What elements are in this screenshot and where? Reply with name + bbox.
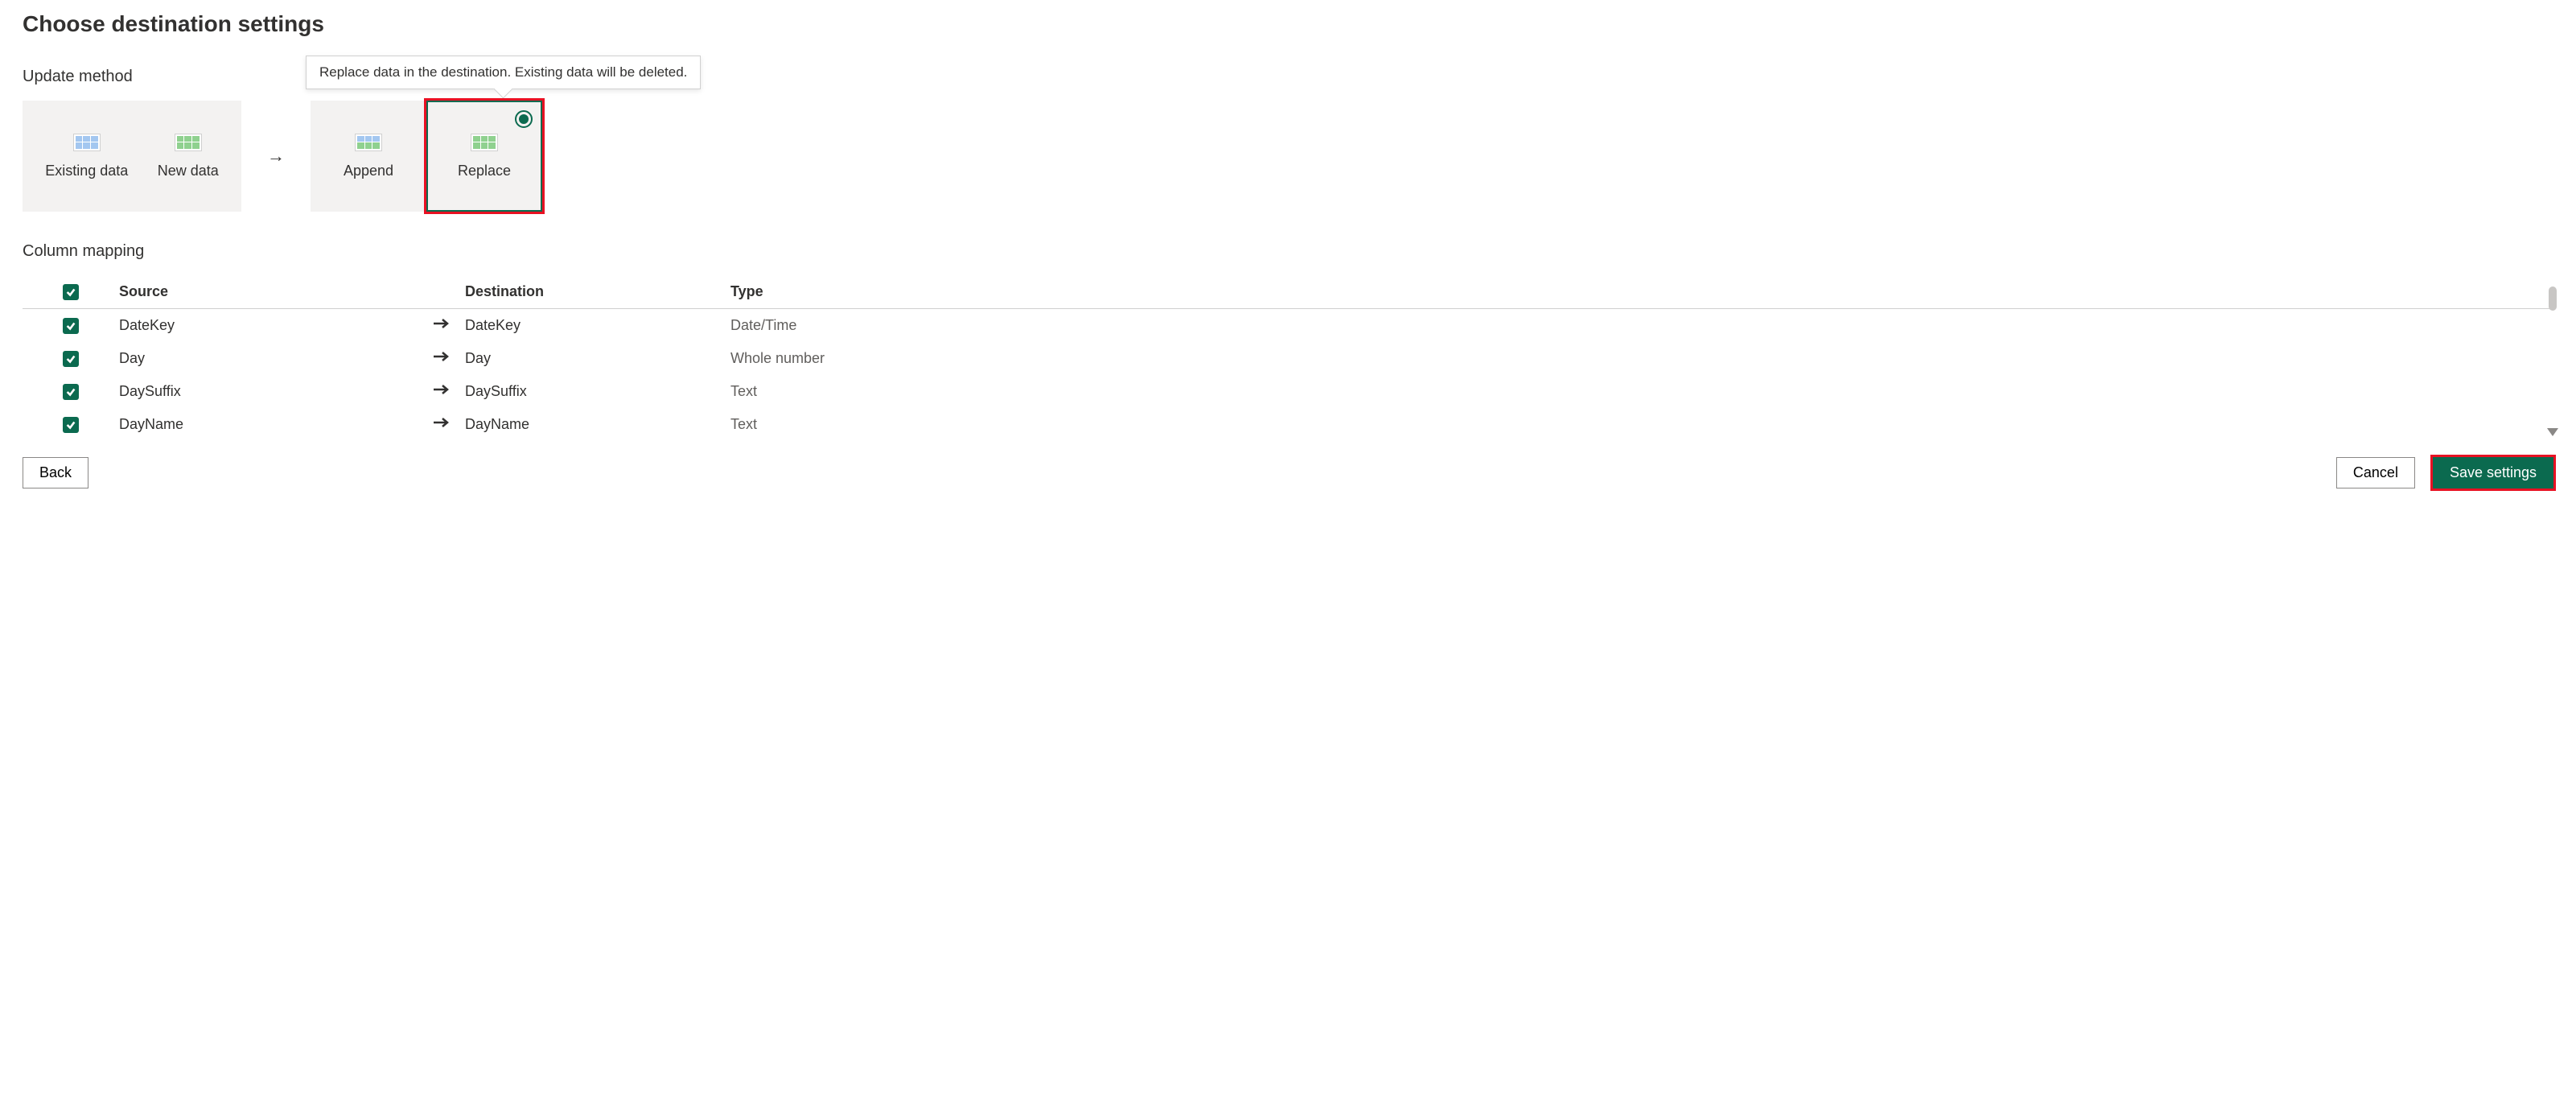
row-destination: DaySuffix [465, 383, 730, 400]
row-type: Date/Time [730, 317, 2553, 334]
row-checkbox[interactable] [63, 384, 79, 400]
row-checkbox[interactable] [63, 417, 79, 433]
replace-icon [471, 134, 498, 151]
legend-card: Existing data New data [23, 101, 241, 212]
row-source: DateKey [119, 317, 417, 334]
row-source: Day [119, 350, 417, 367]
legend-existing-label: Existing data [45, 163, 128, 179]
header-type[interactable]: Type [730, 283, 2553, 300]
scrollbar-thumb[interactable] [2549, 286, 2557, 311]
method-replace[interactable]: Replace [426, 101, 542, 212]
save-settings-button[interactable]: Save settings [2433, 457, 2553, 488]
row-destination: DayName [465, 416, 730, 433]
existing-data-icon [73, 134, 101, 151]
row-destination: Day [465, 350, 730, 367]
legend-new-label: New data [158, 163, 219, 179]
page-title: Choose destination settings [23, 11, 2553, 37]
row-type: Text [730, 383, 2553, 400]
selected-radio-icon [515, 110, 533, 128]
method-options: Append Replace [311, 101, 542, 212]
arrow-right-icon [432, 350, 450, 367]
column-mapping-label: Column mapping [23, 242, 2553, 261]
row-destination: DateKey [465, 317, 730, 334]
row-source: DayName [119, 416, 417, 433]
header-destination[interactable]: Destination [465, 283, 730, 300]
table-row: DaySuffix DaySuffix Text [23, 375, 2553, 408]
method-append[interactable]: Append [311, 101, 426, 212]
scroll-down-icon[interactable] [2547, 428, 2558, 436]
back-button[interactable]: Back [23, 457, 88, 488]
update-method-row: Replace data in the destination. Existin… [23, 101, 2553, 212]
row-type: Whole number [730, 350, 2553, 367]
row-checkbox[interactable] [63, 318, 79, 334]
table-row: DateKey DateKey Date/Time [23, 309, 2553, 342]
append-icon [355, 134, 382, 151]
method-replace-label: Replace [458, 163, 511, 179]
cancel-button[interactable]: Cancel [2336, 457, 2415, 488]
arrow-right-icon [432, 317, 450, 334]
arrow-right-icon: → [267, 146, 285, 167]
mapping-table: Source Destination Type DateKey DateKey … [23, 275, 2553, 441]
footer: Back Cancel Save settings [23, 457, 2553, 488]
legend-existing: Existing data [45, 134, 128, 179]
header-source[interactable]: Source [119, 283, 417, 300]
table-row: DayName DayName Text [23, 408, 2553, 441]
replace-tooltip: Replace data in the destination. Existin… [306, 56, 701, 89]
arrow-right-icon [432, 383, 450, 400]
row-source: DaySuffix [119, 383, 417, 400]
table-header: Source Destination Type [23, 275, 2553, 309]
arrow-right-icon [432, 416, 450, 433]
select-all-checkbox[interactable] [63, 284, 79, 300]
table-row: Day Day Whole number [23, 342, 2553, 375]
method-append-label: Append [344, 163, 393, 179]
row-type: Text [730, 416, 2553, 433]
row-checkbox[interactable] [63, 351, 79, 367]
legend-new: New data [158, 134, 219, 179]
new-data-icon [175, 134, 202, 151]
